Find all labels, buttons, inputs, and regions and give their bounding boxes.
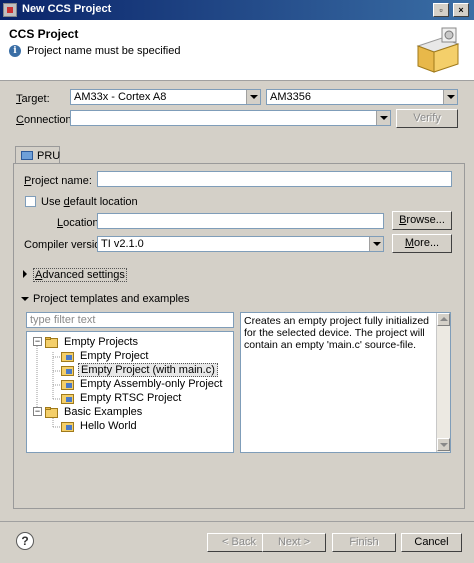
project-name-field[interactable] [97,171,452,187]
description-scrollbar[interactable] [436,313,450,452]
tree-item-label: Empty Assembly-only Project [80,378,223,390]
title-bar[interactable]: New CCS Project ▫ × [0,0,474,20]
tree-item-label: Empty Project [80,350,149,362]
tree-item-label: Empty RTSC Project [80,392,182,404]
project-icon [61,394,74,404]
tree-item-label: Basic Examples [64,406,143,418]
compiler-version-select[interactable]: TI v2.1.0 [97,236,384,252]
status-message: Project name must be specified [27,45,181,57]
project-icon [61,352,74,362]
chevron-down-icon[interactable] [246,90,260,104]
chevron-down-icon[interactable] [21,297,29,301]
template-description: Creates an empty project fully initializ… [240,312,451,453]
use-default-location-checkbox[interactable] [25,196,36,207]
pru-icon [21,151,33,160]
collapse-empty-projects[interactable]: − [33,337,42,346]
chevron-down-icon[interactable] [369,237,383,251]
finish-button[interactable]: Finish [332,533,396,552]
tab-pru-label: PRU [37,150,61,162]
cancel-button[interactable]: Cancel [401,533,462,552]
scroll-down-icon[interactable] [437,438,450,451]
tab-pru[interactable]: PRU [15,146,60,164]
info-icon: i [9,45,21,57]
scroll-up-icon[interactable] [437,313,450,326]
next-button[interactable]: Next > [262,533,326,552]
browse-button[interactable]: Browse... [392,211,452,230]
template-description-text: Creates an empty project fully initializ… [244,315,430,351]
compiler-version-value: TI v2.1.0 [101,238,144,250]
target-family-value: AM33x - Cortex A8 [74,91,167,103]
templates-tree[interactable]: − Empty Projects Empty Project Empty Pro… [26,331,234,453]
chevron-right-icon[interactable] [23,270,27,278]
close-button[interactable]: × [453,3,469,17]
advanced-settings-toggle[interactable]: Advanced settings [33,268,127,282]
folder-wizard-icon [416,27,460,73]
header-banner: CCS Project i Project name must be speci… [0,20,474,81]
use-default-location-label: Use default location [41,196,138,208]
app-icon [3,3,17,17]
folder-icon [45,407,58,418]
project-icon [61,380,74,390]
footer-divider [0,521,474,522]
location-field[interactable] [97,213,384,229]
collapse-basic-examples[interactable]: − [33,407,42,416]
more-button[interactable]: More... [392,234,452,253]
target-device-select[interactable]: AM3356 [266,89,458,105]
chevron-down-icon[interactable] [376,111,390,125]
window-title: New CCS Project [22,3,112,15]
target-family-select[interactable]: AM33x - Cortex A8 [70,89,261,105]
tree-item-label: Empty Project (with main.c) [78,363,218,377]
connection-select[interactable] [70,110,391,126]
project-name-label: Project name: [24,175,92,187]
target-label: Target: [16,93,50,105]
filter-placeholder: type filter text [30,314,96,326]
tree-item-label: Hello World [80,420,137,432]
target-device-value: AM3356 [270,91,311,103]
help-icon[interactable]: ? [16,532,34,550]
project-icon [61,366,74,376]
maximize-button[interactable]: ▫ [433,3,449,17]
new-ccs-project-dialog: New CCS Project ▫ × CCS Project i Projec… [0,0,474,563]
tree-item-label: Empty Projects [64,336,138,348]
chevron-down-icon[interactable] [443,90,457,104]
connection-label: Connection: [16,114,75,126]
project-templates-label: Project templates and examples [33,293,190,305]
verify-button[interactable]: Verify [396,109,458,128]
folder-icon [45,337,58,348]
location-label: Location: [57,217,102,229]
page-title: CCS Project [9,27,79,41]
template-filter-input[interactable]: type filter text [26,312,234,328]
project-icon [61,422,74,432]
